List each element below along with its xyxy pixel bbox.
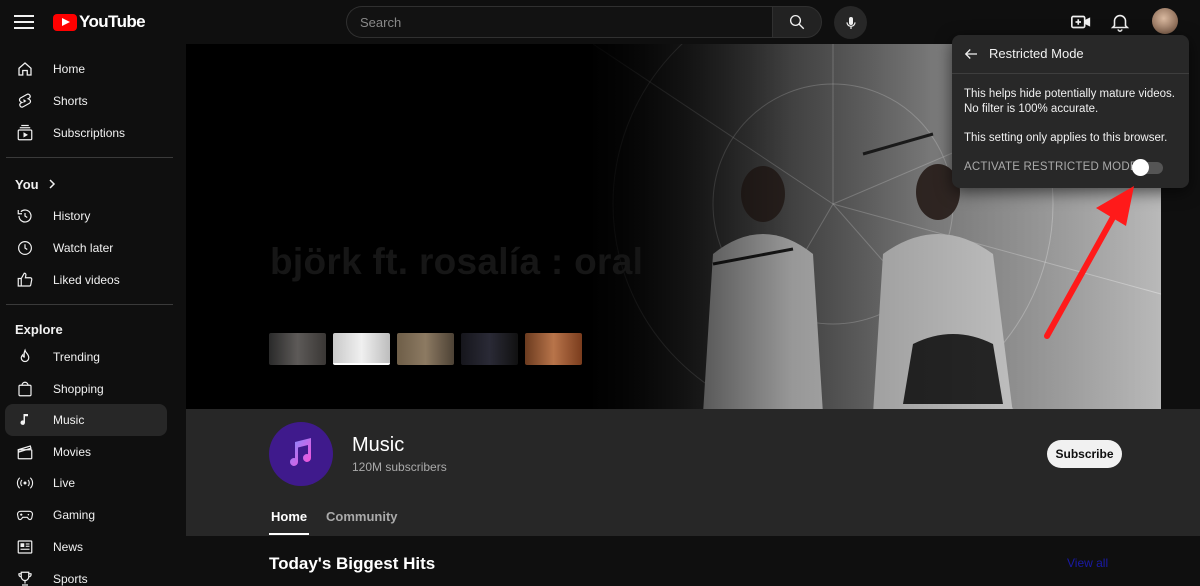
restricted-mode-label: ACTIVATE RESTRICTED MODE (964, 161, 1138, 173)
restricted-mode-popup: Restricted Mode This helps hide potentia… (952, 35, 1189, 188)
banner-thumbnail[interactable] (333, 333, 390, 365)
sidebar-item-label: Watch later (53, 241, 114, 255)
sidebar-item-label: Sports (53, 572, 88, 586)
view-all-link[interactable]: View all (1067, 556, 1108, 570)
sidebar-item-label: Home (53, 62, 86, 76)
gamepad-icon (15, 505, 35, 525)
subscriber-count: 120M subscribers (352, 460, 447, 474)
channel-name: Music (352, 434, 405, 456)
sidebar-item-music[interactable]: Music (5, 404, 167, 436)
restricted-mode-toggle[interactable] (1132, 159, 1163, 176)
section-title: Today's Biggest Hits (269, 554, 436, 573)
bell-icon (1110, 14, 1130, 32)
sidebar-item-sports[interactable]: Sports (5, 563, 167, 586)
subscribe-button[interactable]: Subscribe (1047, 440, 1122, 468)
you-section-title[interactable]: You (15, 177, 57, 192)
music-note-icon (15, 410, 35, 430)
create-button[interactable] (1070, 11, 1092, 33)
banner-thumbnail[interactable] (525, 333, 582, 365)
chevron-right-icon (47, 177, 57, 192)
sidebar-item-label: Music (53, 413, 85, 427)
popup-divider (952, 73, 1189, 74)
logo-text: YouTube (79, 12, 146, 31)
banner-title: björk ft. rosalía : oral (270, 241, 644, 282)
play-logo-icon (53, 13, 77, 31)
sidebar-item-subscriptions[interactable]: Subscriptions (5, 117, 167, 149)
sidebar-item-home[interactable]: Home (5, 53, 167, 85)
sidebar-item-label: History (53, 209, 91, 223)
toggle-knob (1132, 159, 1149, 176)
sidebar-item-news[interactable]: News (5, 531, 167, 563)
clapperboard-icon (15, 442, 35, 462)
sidebar-item-history[interactable]: History (5, 200, 167, 232)
sidebar-item-live[interactable]: Live (5, 467, 167, 499)
sidebar-item-liked-videos[interactable]: Liked videos (5, 264, 167, 296)
menu-icon[interactable] (14, 12, 34, 32)
youtube-logo[interactable]: YouTube (53, 12, 146, 32)
back-arrow-icon[interactable] (962, 45, 980, 63)
sidebar-item-label: Shopping (53, 382, 104, 396)
search-icon (789, 14, 805, 30)
search-bar (346, 6, 822, 38)
flame-icon (15, 347, 35, 367)
sidebar-item-label: Movies (53, 445, 92, 459)
sidebar-divider (6, 304, 173, 305)
sidebar-item-shorts[interactable]: Shorts (5, 85, 167, 117)
explore-section-title: Explore (15, 322, 63, 337)
you-label: You (15, 177, 39, 192)
popup-title: Restricted Mode (989, 46, 1084, 61)
sidebar-item-label: News (53, 540, 84, 554)
sidebar-item-watch-later[interactable]: Watch later (5, 232, 167, 264)
popup-description: This helps hide potentially mature video… (964, 88, 1175, 115)
music-note-icon (290, 438, 311, 466)
shorts-icon (15, 91, 35, 111)
sidebar-item-label: Subscriptions (53, 126, 126, 140)
voice-search-button[interactable] (834, 6, 867, 39)
sidebar-item-shopping[interactable]: Shopping (5, 373, 167, 405)
trophy-icon (15, 569, 35, 586)
clock-icon (15, 238, 35, 258)
popup-note: This setting only applies to this browse… (964, 132, 1168, 144)
sidebar-item-label: Gaming (53, 508, 96, 522)
sidebar-item-label: Liked videos (53, 273, 120, 287)
search-button[interactable] (772, 6, 822, 38)
account-avatar[interactable] (1152, 8, 1178, 34)
banner-thumbnail[interactable] (269, 333, 326, 365)
sidebar-divider (6, 157, 173, 158)
search-input[interactable] (346, 6, 772, 38)
channel-header: Music 120M subscribers Subscribe Home Co… (186, 409, 1200, 536)
microphone-icon (845, 16, 856, 29)
sidebar: Home Shorts Subscriptions You History Wa… (0, 44, 180, 586)
banner-thumbnail[interactable] (397, 333, 454, 365)
sidebar-item-movies[interactable]: Movies (5, 436, 167, 468)
newspaper-icon (15, 537, 35, 557)
subscriptions-icon (15, 123, 35, 143)
home-icon (15, 59, 35, 79)
sidebar-item-label: Shorts (53, 94, 88, 108)
notifications-button[interactable] (1109, 11, 1131, 33)
thumbs-up-icon (15, 270, 35, 290)
banner-thumbnail[interactable] (461, 333, 518, 365)
banner-thumbnails (269, 333, 582, 365)
channel-avatar[interactable] (269, 422, 333, 486)
history-icon (15, 206, 35, 226)
tab-community[interactable]: Community (326, 509, 398, 524)
shopping-bag-icon (15, 379, 35, 399)
sidebar-item-gaming[interactable]: Gaming (5, 499, 167, 531)
sidebar-item-label: Trending (53, 350, 100, 364)
sidebar-item-trending[interactable]: Trending (5, 341, 167, 373)
tab-home[interactable]: Home (268, 509, 310, 535)
create-video-icon (1071, 15, 1091, 29)
sidebar-item-label: Live (53, 476, 76, 490)
live-icon (15, 473, 35, 493)
